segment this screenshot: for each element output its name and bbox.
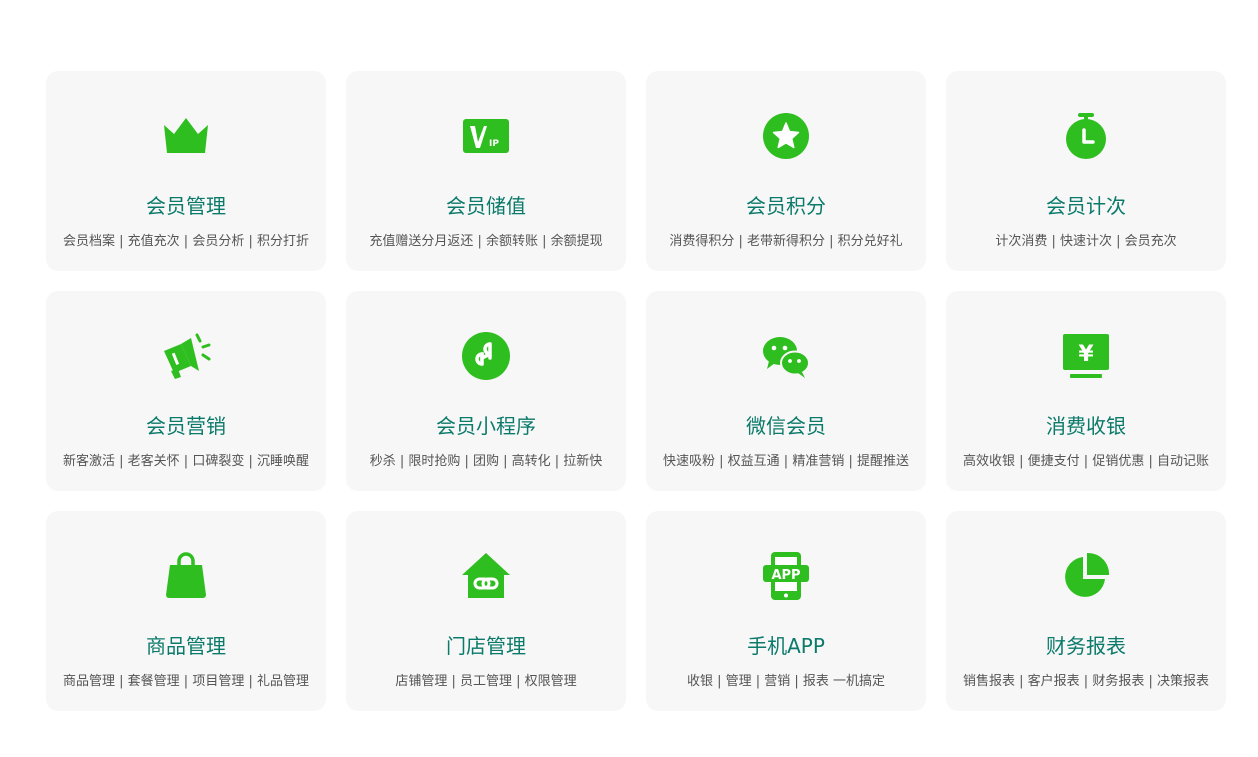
star-badge-icon [761,111,811,161]
app-icon-text: APP [771,568,800,583]
feature-title: 手机APP [747,634,825,658]
shopping-bag-icon [161,551,211,601]
feature-title: 会员管理 [146,194,226,218]
wechat-icon [761,331,811,381]
feature-card-wechat-member[interactable]: 微信会员 快速吸粉 | 权益互通 | 精准营销 | 提醒推送 [646,291,926,491]
pie-chart-icon [1061,551,1111,601]
feature-card-member-mini-program[interactable]: 会员小程序 秒杀 | 限时抢购 | 团购 | 高转化 | 拉新快 [346,291,626,491]
feature-title: 会员积分 [746,194,826,218]
feature-grid: 会员管理 会员档案 | 充值充次 | 会员分析 | 积分打折 IP 会员储值 充… [46,71,1226,711]
feature-title: 微信会员 [746,414,826,438]
feature-description: 收银 | 管理 | 营销 | 报表 一机搞定 [686,674,886,689]
feature-description: 消费得积分 | 老带新得积分 | 积分兑好礼 [669,234,903,249]
feature-description: 新客激活 | 老客关怀 | 口碑裂变 | 沉睡唤醒 [63,454,309,469]
feature-title: 门店管理 [446,634,526,658]
feature-card-member-marketing[interactable]: 会员营销 新客激活 | 老客关怀 | 口碑裂变 | 沉睡唤醒 [46,291,326,491]
feature-card-member-stored-value[interactable]: IP 会员储值 充值赠送分月返还 | 余额转账 | 余额提现 [346,71,626,271]
feature-card-store-management[interactable]: 门店管理 店铺管理 | 员工管理 | 权限管理 [346,511,626,711]
vip-card-text: IP [489,139,499,149]
store-link-icon [461,551,511,601]
feature-description: 销售报表 | 客户报表 | 财务报表 | 决策报表 [963,674,1209,689]
feature-description: 店铺管理 | 员工管理 | 权限管理 [395,674,577,689]
megaphone-icon [161,331,211,381]
feature-description: 会员档案 | 充值充次 | 会员分析 | 积分打折 [63,234,309,249]
feature-card-product-management[interactable]: 商品管理 商品管理 | 套餐管理 | 项目管理 | 礼品管理 [46,511,326,711]
feature-card-financial-reports[interactable]: 财务报表 销售报表 | 客户报表 | 财务报表 | 决策报表 [946,511,1226,711]
crown-icon [161,111,211,161]
feature-title: 财务报表 [1046,634,1126,658]
feature-title: 会员小程序 [436,414,536,438]
feature-card-member-management[interactable]: 会员管理 会员档案 | 充值充次 | 会员分析 | 积分打折 [46,71,326,271]
feature-card-mobile-app[interactable]: APP 手机APP 收银 | 管理 | 营销 | 报表 一机搞定 [646,511,926,711]
feature-card-member-count[interactable]: 会员计次 计次消费 | 快速计次 | 会员充次 [946,71,1226,271]
feature-description: 充值赠送分月返还 | 余额转账 | 余额提现 [369,234,603,249]
vip-card-icon: IP [461,111,511,161]
feature-title: 会员储值 [446,194,526,218]
feature-description: 快速吸粉 | 权益互通 | 精准营销 | 提醒推送 [663,454,909,469]
feature-card-member-points[interactable]: 会员积分 消费得积分 | 老带新得积分 | 积分兑好礼 [646,71,926,271]
cashier-icon: ¥ [1061,331,1111,381]
feature-description: 高效收银 | 便捷支付 | 促销优惠 | 自动记账 [963,454,1209,469]
feature-title: 商品管理 [146,634,226,658]
feature-description: 秒杀 | 限时抢购 | 团购 | 高转化 | 拉新快 [369,454,603,469]
feature-title: 会员计次 [1046,194,1126,218]
feature-description: 计次消费 | 快速计次 | 会员充次 [995,234,1177,249]
mini-program-icon [461,331,511,381]
cashier-icon-text: ¥ [1078,342,1094,367]
mobile-app-icon: APP [761,551,811,601]
feature-title: 会员营销 [146,414,226,438]
feature-title: 消费收银 [1046,414,1126,438]
stopwatch-icon [1061,111,1111,161]
feature-card-consumption-cashier[interactable]: ¥ 消费收银 高效收银 | 便捷支付 | 促销优惠 | 自动记账 [946,291,1226,491]
feature-description: 商品管理 | 套餐管理 | 项目管理 | 礼品管理 [63,674,309,689]
